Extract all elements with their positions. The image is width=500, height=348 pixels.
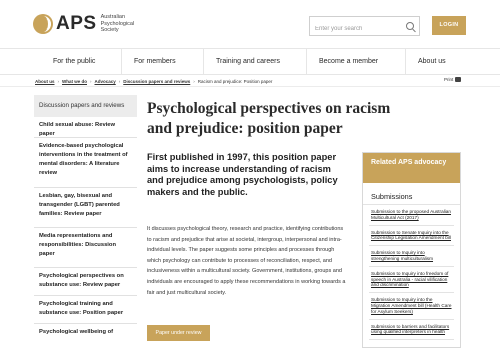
breadcrumb-discussion-papers[interactable]: Discussion papers and reviews bbox=[123, 79, 190, 84]
sidebar-item-substance-use-review[interactable]: Psychological perspectives on substance … bbox=[34, 268, 137, 296]
logo-subtext: Australian Psychological Society bbox=[100, 14, 135, 34]
page-title: Psychological perspectives on racism and… bbox=[147, 100, 391, 137]
nav-item-for-the-public[interactable]: For the public bbox=[53, 58, 95, 65]
search-input[interactable] bbox=[310, 20, 402, 38]
search-icon[interactable] bbox=[406, 22, 414, 30]
submission-link[interactable]: Submission to barriers and facilitators … bbox=[369, 320, 454, 341]
submissions-list: Submission to the proposed Australian Mu… bbox=[363, 205, 460, 341]
nav-item-become-a-member[interactable]: Become a member bbox=[305, 49, 378, 74]
body-paragraph: It discusses psychological theory, resea… bbox=[147, 226, 346, 296]
sidebar-heading[interactable]: Discussion papers and reviews bbox=[34, 95, 137, 117]
submission-link[interactable]: Submission to Senate Inquiry into the Ci… bbox=[369, 226, 454, 247]
login-button[interactable]: LOGIN bbox=[432, 16, 466, 35]
print-label: Print bbox=[444, 77, 454, 82]
breadcrumb-about-us[interactable]: About us bbox=[35, 79, 55, 84]
breadcrumb: About us › What we do › Advocacy › Discu… bbox=[35, 76, 272, 86]
submission-link[interactable]: Submission to Inquiry into strengthening… bbox=[369, 246, 454, 267]
site-header: APS Australian Psychological Society LOG… bbox=[0, 0, 500, 48]
submission-link[interactable]: Submission to Inquiry into freedom of sp… bbox=[369, 267, 454, 294]
main-nav: For the public For members Training and … bbox=[0, 48, 500, 75]
breadcrumb-separator: › bbox=[90, 78, 92, 84]
breadcrumb-separator: › bbox=[118, 78, 121, 84]
breadcrumb-current: Racism and prejudice: Position paper bbox=[197, 78, 273, 84]
sidebar-item-child-sexual-abuse[interactable]: Child sexual abuse: Review paper bbox=[34, 117, 137, 138]
sidebar-item-evidence-based-interventions[interactable]: Evidence-based psychological interventio… bbox=[34, 138, 137, 188]
aps-logo-icon bbox=[33, 14, 53, 34]
search-box bbox=[309, 16, 420, 38]
paper-under-review-button[interactable]: Paper under review bbox=[147, 325, 210, 341]
breadcrumb-separator: › bbox=[57, 78, 60, 84]
divider bbox=[0, 86, 500, 87]
submission-link[interactable]: Submission to the proposed Australian Mu… bbox=[369, 205, 454, 226]
breadcrumb-separator: › bbox=[193, 78, 195, 84]
sidebar-item-media-representations[interactable]: Media representations and responsibiliti… bbox=[34, 228, 137, 268]
submission-link[interactable]: Submission to Inquiry into the Migration… bbox=[369, 293, 454, 320]
print-button[interactable]: Print bbox=[444, 77, 462, 82]
sidebar-item-wellbeing[interactable]: Psychological wellbeing of bbox=[34, 324, 137, 344]
breadcrumb-advocacy[interactable]: Advocacy bbox=[95, 79, 116, 84]
aps-logo[interactable]: APS Australian Psychological Society bbox=[33, 13, 143, 35]
related-heading: Related APS advocacy bbox=[363, 153, 460, 183]
sidebar: Discussion papers and reviews Child sexu… bbox=[34, 95, 137, 348]
related-advocacy-panel: Related APS advocacy Submissions Submiss… bbox=[362, 152, 461, 348]
logo-text: APS bbox=[56, 13, 97, 34]
nav-item-for-members[interactable]: For members bbox=[121, 49, 176, 74]
breadcrumb-what-we-do[interactable]: What we do bbox=[62, 79, 87, 84]
sidebar-item-lgbt-parented-families[interactable]: Lesbian, gay, bisexual and transgender (… bbox=[34, 188, 137, 228]
printer-icon bbox=[455, 77, 462, 82]
nav-item-about-us[interactable]: About us bbox=[405, 49, 446, 74]
submissions-heading: Submissions bbox=[363, 183, 460, 205]
sidebar-item-training-position[interactable]: Psychological training and substance use… bbox=[34, 296, 137, 324]
nav-item-training-and-careers[interactable]: Training and careers bbox=[203, 49, 280, 74]
lede-paragraph: First published in 1997, this position p… bbox=[147, 152, 338, 197]
